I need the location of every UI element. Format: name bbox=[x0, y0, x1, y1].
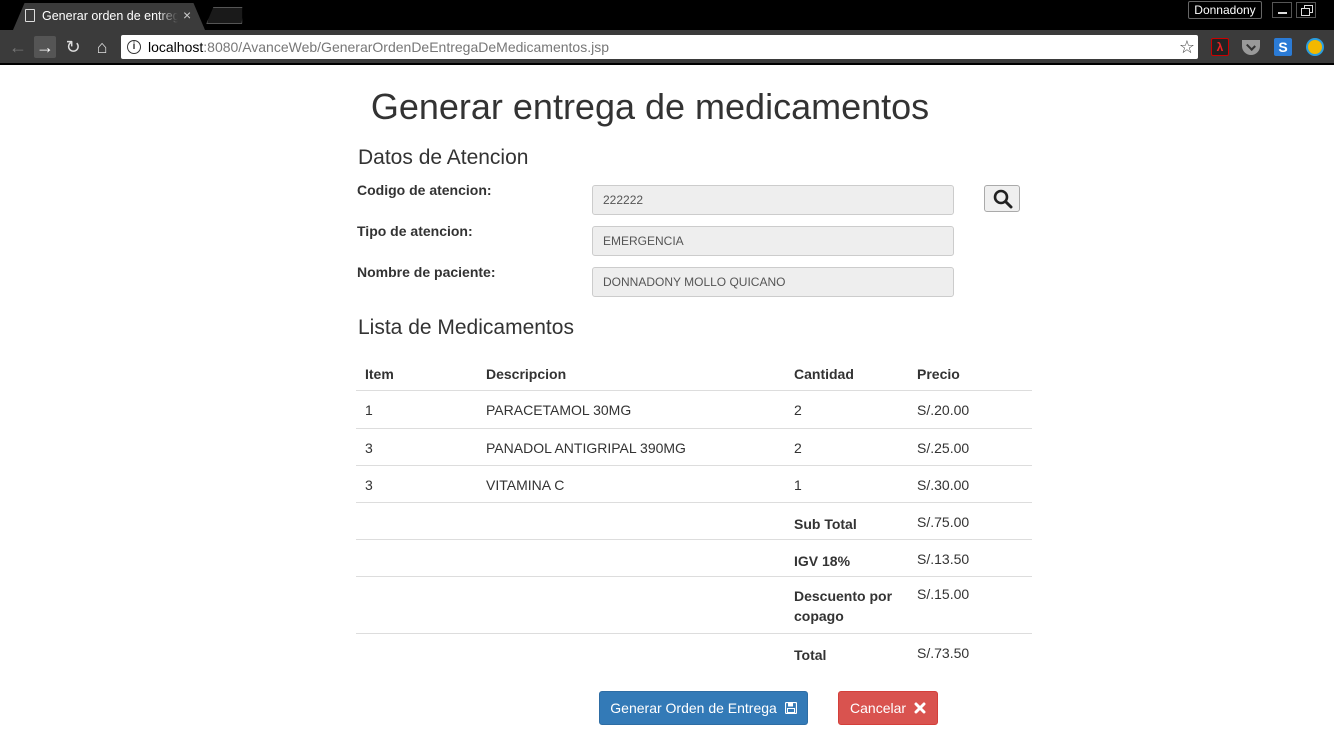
cell-descripcion: VITAMINA C bbox=[486, 477, 565, 493]
discount-label: Descuento por copago bbox=[794, 588, 893, 624]
subtotal-value: S/.75.00 bbox=[917, 514, 970, 530]
address-bar[interactable]: i localhost:8080/AvanceWeb/GenerarOrdenD… bbox=[121, 35, 1198, 59]
restore-button[interactable] bbox=[1296, 2, 1316, 18]
subtotal-label: Sub Total bbox=[794, 516, 857, 532]
save-icon bbox=[784, 702, 797, 714]
total-value: S/.73.50 bbox=[917, 645, 970, 661]
cell-descripcion: PANADOL ANTIGRIPAL 390MG bbox=[486, 440, 686, 456]
total-row: Total S/.73.50 bbox=[356, 633, 1032, 670]
section-title-meds: Lista de Medicamentos bbox=[358, 316, 574, 339]
page-title: Generar entrega de medicamentos bbox=[370, 86, 930, 127]
compass-extension-icon[interactable] bbox=[1306, 38, 1324, 56]
header-cantidad: Cantidad bbox=[794, 366, 854, 382]
igv-row: IGV 18% S/.13.50 bbox=[356, 539, 1032, 576]
cell-item: 3 bbox=[365, 440, 373, 456]
igv-value: S/.13.50 bbox=[917, 551, 970, 567]
medications-table: Item Descripcion Cantidad Precio 1 PARAC… bbox=[356, 354, 1032, 670]
nombre-input[interactable] bbox=[592, 267, 954, 297]
generate-order-label: Generar Orden de Entrega bbox=[610, 700, 777, 716]
pdf-extension-icon[interactable]: λ bbox=[1211, 38, 1229, 56]
igv-label: IGV 18% bbox=[794, 553, 851, 569]
minimize-button[interactable] bbox=[1272, 2, 1292, 18]
cell-precio: S/.30.00 bbox=[917, 477, 970, 493]
cell-item: 3 bbox=[365, 477, 373, 493]
close-icon bbox=[914, 702, 926, 714]
header-descripcion: Descripcion bbox=[486, 366, 567, 382]
reload-icon[interactable]: ↻ bbox=[62, 36, 84, 58]
table-header: Item Descripcion Cantidad Precio bbox=[356, 354, 1032, 391]
codigo-label: Codigo de atencion: bbox=[357, 182, 492, 198]
cell-descripcion: PARACETAMOL 30MG bbox=[486, 402, 632, 418]
section-title-attention: Datos de Atencion bbox=[358, 146, 529, 169]
profile-button[interactable]: Donnadony bbox=[1188, 1, 1262, 19]
discount-value: S/.15.00 bbox=[917, 586, 970, 602]
table-row: 1 PARACETAMOL 30MG 2 S/.20.00 bbox=[356, 391, 1032, 428]
back-icon[interactable]: ← bbox=[7, 36, 29, 58]
cell-item: 1 bbox=[365, 402, 373, 418]
tipo-label: Tipo de atencion: bbox=[357, 223, 473, 239]
document-icon bbox=[25, 9, 35, 22]
table-row: 3 PANADOL ANTIGRIPAL 390MG 2 S/.25.00 bbox=[356, 428, 1032, 465]
browser-tabstrip: Generar orden de entrega de medicamentos… bbox=[0, 0, 1334, 30]
tipo-input[interactable] bbox=[592, 226, 954, 256]
cell-precio: S/.25.00 bbox=[917, 440, 970, 456]
cell-cantidad: 1 bbox=[794, 477, 802, 493]
cancel-button[interactable]: Cancelar bbox=[838, 691, 938, 725]
home-icon[interactable]: ⌂ bbox=[91, 36, 113, 58]
browser-toolbar: ← → ↻ ⌂ i localhost:8080/AvanceWeb/Gener… bbox=[0, 30, 1334, 65]
s-extension-icon[interactable]: S bbox=[1274, 38, 1292, 56]
new-tab-button[interactable] bbox=[206, 7, 246, 24]
star-icon[interactable]: ☆ bbox=[1179, 36, 1195, 58]
url-path: :8080/AvanceWeb/GenerarOrdenDeEntregaDeM… bbox=[203, 39, 609, 55]
pocket-extension-icon[interactable] bbox=[1242, 40, 1260, 55]
forward-icon[interactable]: → bbox=[34, 36, 56, 58]
subtotal-row: Sub Total S/.75.00 bbox=[356, 502, 1032, 539]
url-text[interactable]: localhost:8080/AvanceWeb/GenerarOrdenDeE… bbox=[148, 39, 609, 55]
header-item: Item bbox=[365, 366, 394, 382]
tab-close-icon[interactable]: × bbox=[183, 7, 191, 23]
total-label: Total bbox=[794, 647, 827, 663]
search-icon bbox=[993, 189, 1013, 209]
tab-title: Generar orden de entrega de medicamentos bbox=[42, 9, 178, 23]
browser-tab[interactable]: Generar orden de entrega de medicamentos… bbox=[13, 3, 205, 30]
discount-row: Descuento por copago S/.15.00 bbox=[356, 576, 1032, 633]
cell-precio: S/.20.00 bbox=[917, 402, 970, 418]
nombre-label: Nombre de paciente: bbox=[357, 264, 496, 280]
codigo-input[interactable] bbox=[592, 185, 954, 215]
cell-cantidad: 2 bbox=[794, 440, 802, 456]
generate-order-button[interactable]: Generar Orden de Entrega bbox=[599, 691, 808, 725]
cancel-label: Cancelar bbox=[850, 700, 907, 716]
table-row: 3 VITAMINA C 1 S/.30.00 bbox=[356, 465, 1032, 502]
search-button[interactable] bbox=[984, 185, 1020, 212]
cell-cantidad: 2 bbox=[794, 402, 802, 418]
url-host: localhost bbox=[148, 39, 204, 55]
info-icon[interactable]: i bbox=[127, 40, 141, 54]
header-precio: Precio bbox=[917, 366, 960, 382]
